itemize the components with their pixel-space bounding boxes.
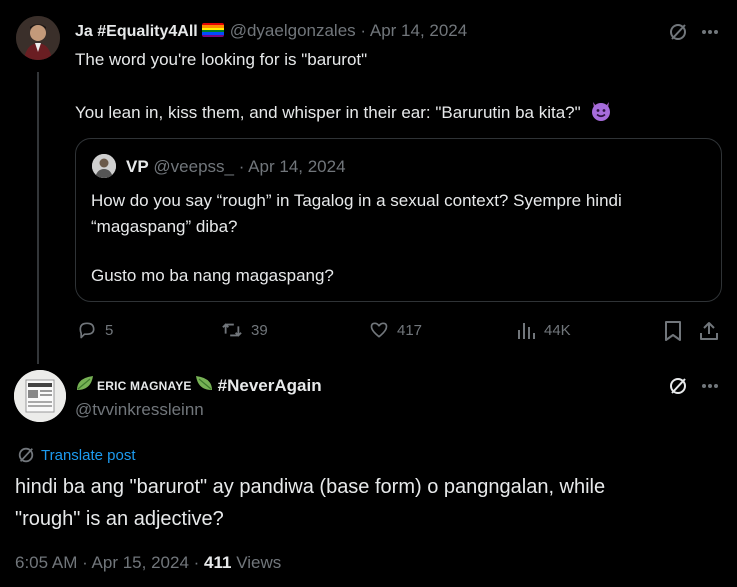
reply-views-count: 411 bbox=[204, 553, 232, 572]
post-text-line-2-text: You lean in, kiss them, and whisper in t… bbox=[75, 103, 581, 122]
views-count: 44K bbox=[544, 321, 571, 339]
views-button[interactable]: 44K bbox=[516, 320, 571, 340]
bookmark-icon bbox=[665, 321, 681, 341]
quote-author-avatar bbox=[92, 154, 116, 178]
author-name[interactable]: Ja #Equality4All bbox=[75, 23, 198, 40]
reply-count: 5 bbox=[105, 321, 114, 339]
reply-header: ERIC MAGNAYE #NeverAgain bbox=[75, 374, 322, 397]
reply-button[interactable]: 5 bbox=[77, 320, 113, 340]
translate-post-link[interactable]: Translate post bbox=[17, 446, 136, 464]
repost-count: 39 bbox=[251, 321, 268, 339]
post-header: Ja #Equality4All @dyaelgonzales · Apr 14,… bbox=[75, 20, 467, 43]
smiling-devil-icon bbox=[589, 99, 613, 129]
like-button[interactable]: 417 bbox=[369, 320, 422, 340]
quote-author-handle: @veepss_ bbox=[153, 157, 234, 176]
repost-button[interactable]: 39 bbox=[221, 320, 268, 340]
like-count: 417 bbox=[397, 321, 423, 339]
quote-text-line-1: How do you say “rough” in Tagalog in a s… bbox=[91, 191, 622, 210]
reply-author-handle[interactable]: @tvvinkressleinn bbox=[75, 400, 204, 420]
author-avatar[interactable] bbox=[16, 16, 60, 60]
reply-text-line-1: hindi ba ang "barurot" ay pandiwa (base … bbox=[15, 476, 606, 498]
quote-author-name: VP bbox=[126, 157, 149, 176]
thread-line bbox=[37, 72, 39, 364]
leaf-icon bbox=[194, 374, 214, 397]
share-button[interactable] bbox=[698, 320, 720, 342]
share-icon bbox=[700, 322, 718, 340]
reply-author-avatar[interactable] bbox=[14, 370, 66, 422]
grok-icon[interactable] bbox=[666, 374, 690, 398]
quote-date: · Apr 14, 2024 bbox=[238, 157, 346, 176]
post-date[interactable]: · Apr 14, 2024 bbox=[360, 21, 467, 40]
analytics-icon bbox=[518, 323, 535, 339]
rainbow-flag-icon bbox=[201, 23, 224, 37]
reply-meta: 6:05 AM · Apr 15, 2024 · 411 Views bbox=[15, 553, 281, 573]
more-options-icon[interactable] bbox=[698, 374, 722, 398]
leaf-icon bbox=[75, 374, 95, 397]
reply-timestamp[interactable]: 6:05 AM · Apr 15, 2024 · bbox=[15, 553, 199, 572]
quoted-post[interactable]: VP @veepss_ · Apr 14, 2024 How do you sa… bbox=[75, 138, 722, 302]
quote-text-line-2: “magaspang” diba? bbox=[91, 217, 238, 236]
reply-text-line-2: "rough" is an adjective? bbox=[15, 508, 224, 530]
author-handle[interactable]: @dyaelgonzales bbox=[230, 21, 356, 40]
quote-header: VP @veepss_ · Apr 14, 2024 bbox=[126, 157, 346, 177]
quote-text-line-3: Gusto mo ba nang magaspang? bbox=[91, 266, 334, 285]
heart-icon bbox=[370, 322, 388, 338]
reply-author-name[interactable]: ERIC MAGNAYE bbox=[97, 379, 192, 393]
post-text-line-2: You lean in, kiss them, and whisper in t… bbox=[75, 99, 613, 129]
translate-label: Translate post bbox=[41, 446, 136, 464]
bookmark-button[interactable] bbox=[662, 320, 684, 342]
grok-icon[interactable] bbox=[666, 20, 690, 44]
reply-icon bbox=[79, 322, 95, 339]
repost-icon bbox=[222, 323, 242, 337]
reply-views-label: Views bbox=[236, 553, 282, 572]
reply-author-hashtag[interactable]: #NeverAgain bbox=[218, 376, 322, 396]
more-options-icon[interactable] bbox=[698, 20, 722, 44]
translate-icon bbox=[18, 447, 34, 463]
post-text-line-1: The word you're looking for is "barurot" bbox=[75, 50, 368, 69]
